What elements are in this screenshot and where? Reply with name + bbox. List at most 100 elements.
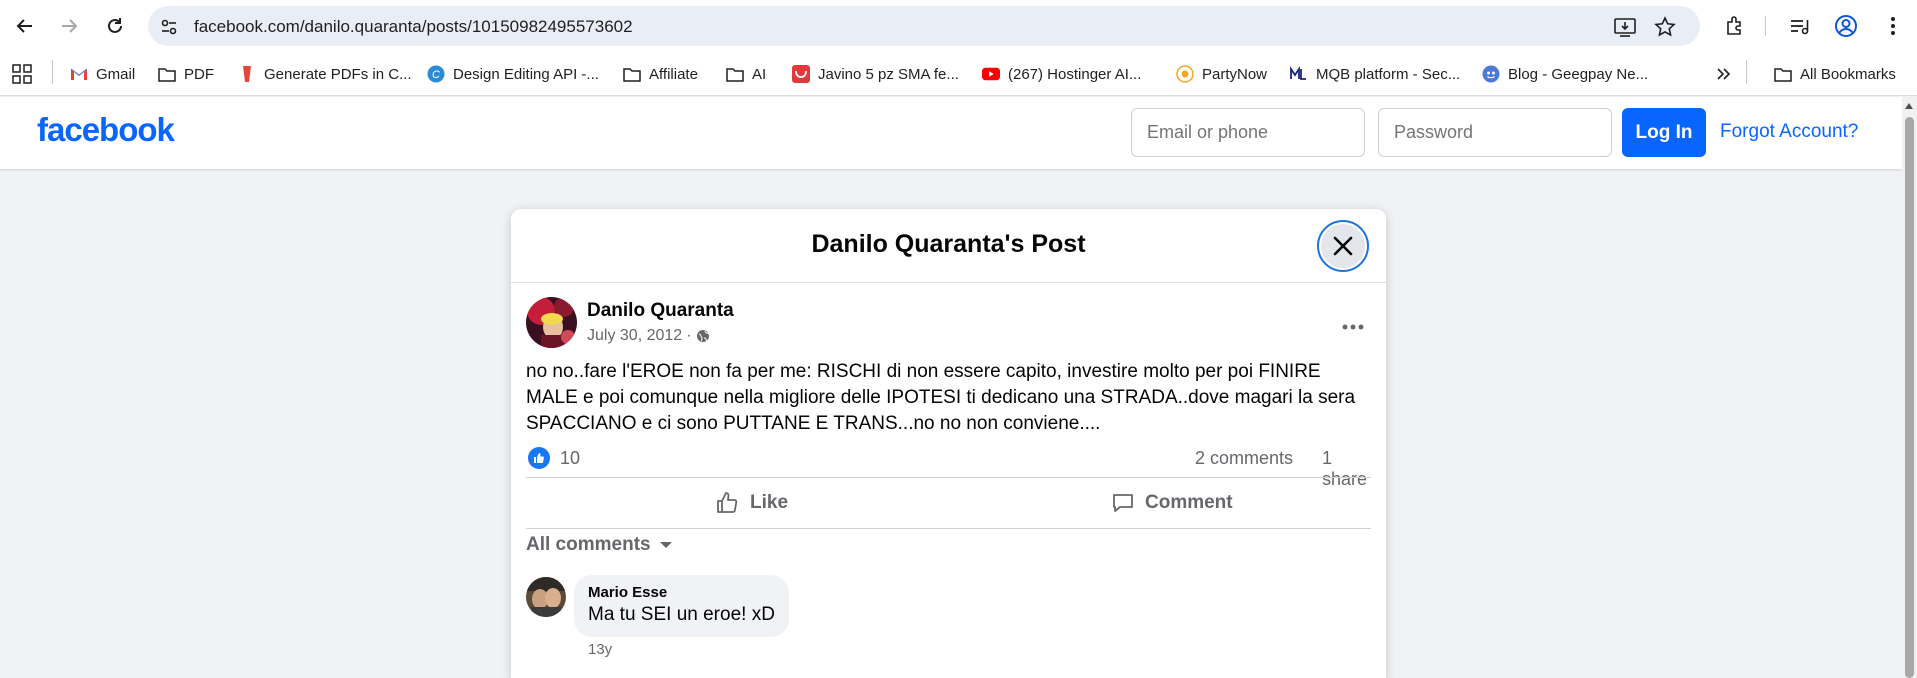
youtube-icon [982,65,1000,83]
scroll-thumb[interactable] [1905,117,1914,678]
geegpay-icon [1482,65,1500,83]
shop-icon [792,65,810,83]
bookmarks-divider [1746,60,1747,84]
back-button[interactable] [9,10,41,42]
bookmark-label: PDF [184,65,214,83]
browser-toolbar: facebook.com/danilo.quaranta/posts/10150… [0,0,1917,52]
folder-icon [726,65,744,83]
mqb-icon [1290,65,1308,83]
comments-filter-label: All comments [526,534,651,555]
bookmark-geegpay[interactable]: Blog - Geegpay Ne... [1482,60,1648,88]
folder-icon [158,65,176,83]
site-info-icon[interactable] [160,18,178,41]
bookmark-generate-pdfs[interactable]: Generate PDFs in C... [238,60,412,88]
post-options-button[interactable] [1335,309,1371,345]
close-button[interactable] [1317,220,1369,272]
bookmarks-bar: Gmail PDF Generate PDFs in C... C Design… [0,52,1917,96]
all-bookmarks-label: All Bookmarks [1800,65,1896,83]
bookmark-label: Generate PDFs in C... [264,65,412,83]
like-button[interactable]: Like [716,478,788,528]
facebook-logo[interactable]: facebook [37,111,175,149]
comment-timestamp[interactable]: 13y [588,641,612,658]
canva-icon: C [427,65,445,83]
gmail-icon [70,65,88,83]
forward-arrow-icon [62,19,78,33]
bookmark-mqb[interactable]: MQB platform - Sec... [1290,60,1460,88]
facebook-header: facebook Log In Forgot Account? [0,97,1902,169]
login-button[interactable]: Log In [1622,108,1706,157]
bookmark-label: PartyNow [1202,65,1268,83]
like-label: Like [750,492,789,513]
bookmark-star-icon[interactable] [1652,14,1678,40]
globe-icon [696,330,709,342]
email-field[interactable] [1131,108,1365,157]
folder-icon [1774,65,1792,83]
page-scrollbar[interactable] [1902,97,1917,678]
post-meta: July 30, 2012 · [587,327,710,345]
close-icon [1333,236,1353,256]
bookmark-partynow[interactable]: PartyNow [1176,60,1267,88]
bookmark-label: Affiliate [649,65,698,83]
forgot-account-link[interactable]: Forgot Account? [1720,121,1858,143]
reactions-bar: 10 2 comments 1 share [526,445,1371,489]
bookmark-label: Design Editing API -... [453,65,599,83]
password-field[interactable] [1378,108,1612,157]
chevron-double-right-icon [1717,68,1731,80]
comment-button[interactable]: Comment [1111,478,1233,528]
more-horizontal-icon [1342,324,1364,330]
address-bar[interactable]: facebook.com/danilo.quaranta/posts/10150… [148,6,1700,46]
apps-button[interactable] [12,60,32,88]
bookmark-hostinger[interactable]: (267) Hostinger AI... [982,60,1141,88]
comments-filter-dropdown[interactable]: All comments [526,534,673,556]
commenter-name[interactable]: Mario Esse [588,583,775,603]
folder-icon [623,65,641,83]
like-reaction-icon[interactable] [528,447,550,469]
more-bookmarks-button[interactable] [1716,60,1732,88]
media-controls-icon[interactable] [1786,12,1814,40]
bookmark-label: MQB platform - Sec... [1316,65,1461,83]
back-arrow-icon [16,19,32,33]
comment-text: Ma tu SEI un eroe! xD [588,604,775,625]
url-text[interactable]: facebook.com/danilo.quaranta/posts/10150… [194,17,633,37]
toolbar-divider [1765,16,1766,36]
bookmark-javino[interactable]: Javino 5 pz SMA fe... [792,60,959,88]
bookmark-label: Gmail [96,65,136,83]
pdf-app-icon [238,65,256,83]
bookmark-label: Blog - Geegpay Ne... [1508,65,1649,83]
like-count[interactable]: 10 [560,448,580,469]
dialog-title: Danilo Quaranta's Post [811,230,1086,258]
all-bookmarks-button[interactable]: All Bookmarks [1774,60,1896,88]
apps-grid-icon [12,64,32,84]
meta-separator: · [686,327,692,344]
partynow-icon [1176,65,1194,83]
caret-down-icon [659,542,672,548]
reload-icon [108,18,122,33]
comment-label: Comment [1145,492,1233,513]
comment-bubble: Mario Esse Ma tu SEI un eroe! xD [574,575,789,637]
install-app-icon[interactable] [1612,14,1638,40]
commenter-avatar[interactable] [526,577,566,617]
bookmark-design-editing[interactable]: C Design Editing API -... [427,60,599,88]
reload-button[interactable] [99,10,131,42]
post-date[interactable]: July 30, 2012 [587,327,682,345]
scroll-up-arrow-icon[interactable] [1905,103,1913,109]
post-text: no no..fare l'EROE non fa per me: RISCHI… [526,361,1356,434]
bookmarks-divider [52,60,53,84]
comment-icon [1113,494,1133,512]
browser-menu-icon[interactable] [1879,12,1907,40]
bookmark-gmail[interactable]: Gmail [70,60,135,88]
svg-text:C: C [432,69,440,81]
bookmark-label: Javino 5 pz SMA fe... [818,65,959,83]
author-name[interactable]: Danilo Quaranta [587,300,734,322]
bookmark-ai[interactable]: AI [726,60,766,88]
comments-count[interactable]: 2 comments [1195,448,1293,469]
bookmark-affiliate[interactable]: Affiliate [623,60,698,88]
extensions-icon[interactable] [1721,12,1749,40]
post-actions: Like Comment [526,477,1371,529]
post-dialog: Danilo Quaranta's Post Danilo Quaranta J… [511,209,1386,678]
bookmark-label: AI [752,65,767,83]
profile-icon[interactable] [1832,12,1860,40]
bookmark-pdf[interactable]: PDF [158,60,214,88]
author-avatar[interactable] [526,297,577,348]
forward-button[interactable] [53,10,85,42]
